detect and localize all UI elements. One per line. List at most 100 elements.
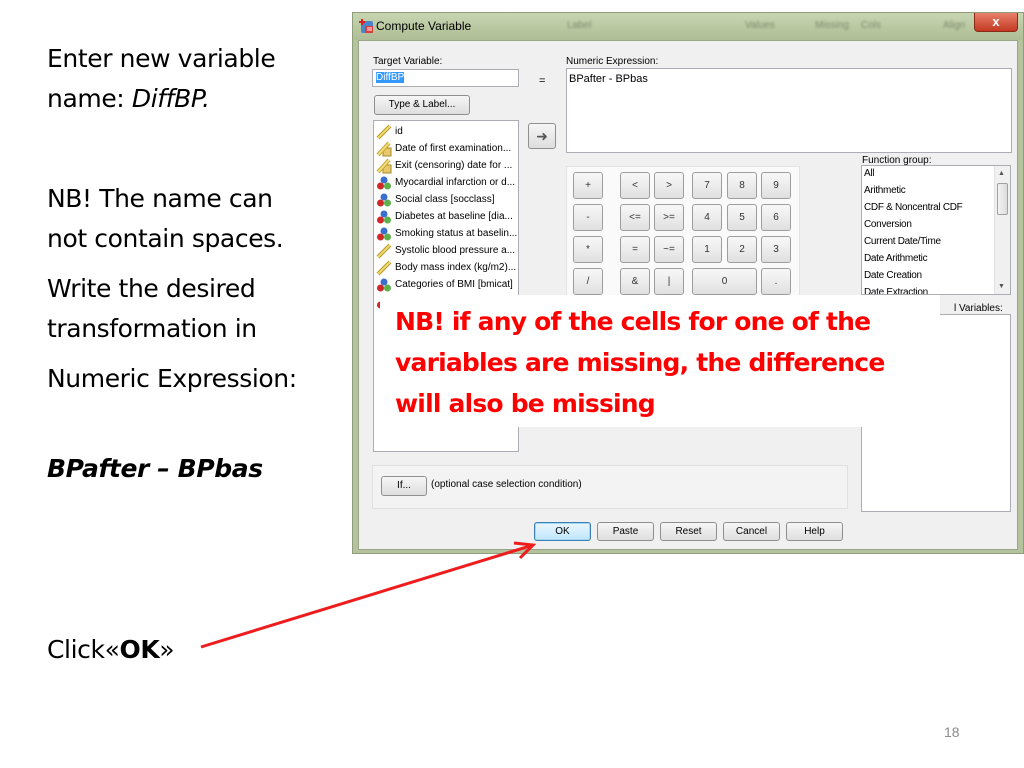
keypad-key[interactable]: & [620, 268, 650, 295]
type-and-label-button[interactable]: Type & Label... [374, 95, 470, 115]
compute-variable-dialog: Compute Variable Label Values Missing Co… [352, 12, 1024, 554]
bg-header: Missing [815, 20, 849, 31]
functions-special-variables-label: l Variables: [954, 303, 1003, 314]
variable-list-item[interactable]: Body mass index (kg/m2)... [376, 259, 516, 276]
function-group-item[interactable]: Date Extraction [864, 287, 928, 294]
bg-header: Align [943, 20, 966, 31]
close-button[interactable]: x [974, 13, 1018, 32]
scale-ruler-icon [376, 124, 392, 140]
keypad-key[interactable]: 8 [727, 172, 757, 199]
instruction-line: name: DiffBP. [47, 79, 275, 119]
page-number: 18 [944, 724, 960, 740]
variable-list-item[interactable]: Systolic blood pressure a... [376, 242, 515, 259]
target-variable-value: DiffBP [376, 72, 405, 83]
title-bar[interactable]: Compute Variable Label Values Missing Co… [353, 13, 1023, 40]
missing-values-note: NB! if any of the cells for one of the v… [380, 295, 940, 427]
function-group-list[interactable]: Date Extraction Date Creation Date Arithme… [861, 165, 1011, 295]
expression-example: BPafter – BPbas [47, 454, 263, 483]
equals-sign: = [539, 75, 546, 87]
scale-ruler-icon [376, 243, 392, 259]
keypad-key[interactable]: * [573, 236, 603, 263]
instruction-line: transformation in [47, 314, 257, 343]
function-group-item[interactable]: Current Date/Time [864, 236, 941, 247]
variable-label: Date of first examination... [395, 143, 512, 154]
keypad-key[interactable]: >= [654, 204, 684, 231]
scroll-up-icon[interactable]: ▲ [998, 170, 1005, 177]
keypad-key[interactable]: 7 [692, 172, 722, 199]
keypad-key[interactable]: | [654, 268, 684, 295]
ok-button[interactable]: OK [534, 522, 591, 541]
keypad-key[interactable]: <= [620, 204, 650, 231]
nominal-icon [376, 226, 392, 242]
function-group-item[interactable]: Conversion [864, 219, 912, 230]
target-variable-input[interactable]: DiffBP [372, 69, 519, 87]
scroll-thumb[interactable] [997, 183, 1008, 215]
variable-list-item[interactable]: Categories of BMI [bmicat] [376, 276, 513, 293]
numeric-expression-label: Numeric Expression: [566, 56, 659, 67]
keypad-key[interactable]: - [573, 204, 603, 231]
note-line: variables are missing, the difference [395, 348, 885, 377]
note-line: not contain spaces. [47, 224, 284, 253]
name-restriction-note: NB! The name can not contain spaces. [47, 179, 284, 259]
scroll-down-icon[interactable]: ▼ [998, 283, 1005, 290]
variable-list-item[interactable]: Date of first examination... [376, 140, 511, 157]
variable-list-item[interactable]: Exit (censoring) date for ... [376, 157, 512, 174]
scale-ruler-icon [376, 260, 392, 276]
keypad-key[interactable]: + [573, 172, 603, 199]
function-group-item[interactable]: All [864, 168, 875, 179]
function-group-item[interactable]: Date Creation [864, 270, 922, 281]
keypad-key[interactable]: 4 [692, 204, 722, 231]
help-button[interactable]: Help [786, 522, 843, 541]
keypad-key[interactable]: 1 [692, 236, 722, 263]
keypad-key[interactable]: 2 [727, 236, 757, 263]
variable-list-item[interactable]: Social class [socclass] [376, 191, 494, 208]
arrow-shaft [200, 544, 531, 649]
note-line: NB! if any of the cells for one of the [395, 307, 871, 336]
function-group-scrollbar[interactable]: ▲ ▼ [994, 166, 1010, 294]
nominal-icon [376, 277, 392, 293]
keypad-key[interactable]: 0 [692, 268, 757, 295]
compute-variable-icon [359, 19, 373, 33]
variable-label: id [395, 126, 403, 137]
variable-label: Systolic blood pressure a... [395, 245, 516, 256]
paste-button[interactable]: Paste [597, 522, 654, 541]
bg-header: Values [745, 20, 775, 31]
variable-label: Exit (censoring) date for ... [395, 160, 513, 171]
nominal-icon [376, 209, 392, 225]
numeric-expression-input[interactable]: BPafter - BPbas [566, 68, 1012, 153]
move-to-expression-button[interactable]: ➜ [528, 123, 556, 149]
keypad-key[interactable]: = [620, 236, 650, 263]
date-scale-icon [376, 158, 392, 174]
close-icon: x [992, 14, 1000, 29]
keypad-key[interactable]: 6 [761, 204, 791, 231]
function-group-item[interactable]: Date Arithmetic [864, 253, 928, 264]
keypad-key[interactable]: / [573, 268, 603, 295]
variable-name-example: DiffBP. [131, 84, 210, 113]
variable-label: Social class [socclass] [395, 194, 495, 205]
cancel-button[interactable]: Cancel [723, 522, 780, 541]
if-button[interactable]: If... [381, 476, 427, 496]
keypad-key[interactable]: > [654, 172, 684, 199]
keypad-key[interactable]: < [620, 172, 650, 199]
function-group-item[interactable]: CDF & Noncentral CDF [864, 202, 963, 213]
variable-list-item[interactable]: Diabetes at baseline [dia... [376, 208, 513, 225]
keypad-key[interactable]: ~= [654, 236, 684, 263]
keypad-key[interactable]: . [761, 268, 791, 295]
keypad-key[interactable]: 3 [761, 236, 791, 263]
variable-list-item[interactable]: Smoking status at baselin... [376, 225, 517, 242]
missing-values-note-text: NB! if any of the cells for one of the v… [395, 301, 885, 424]
variable-list-item[interactable]: Myocardial infarction or d... [376, 174, 515, 191]
variable-label: Categories of BMI [bmicat] [395, 279, 513, 290]
instruction-line: Enter new variable [47, 44, 276, 73]
target-variable-label: Target Variable: [373, 56, 443, 67]
nominal-icon [376, 192, 392, 208]
function-group-item[interactable]: Arithmetic [864, 185, 906, 196]
arrow-right-icon: ➜ [536, 128, 548, 144]
reset-button[interactable]: Reset [660, 522, 717, 541]
dialog-title: Compute Variable [376, 19, 472, 33]
bg-header: Label [567, 20, 592, 31]
instruction-line: Write the desired [47, 274, 256, 303]
keypad-key[interactable]: 5 [727, 204, 757, 231]
variable-list-item[interactable]: id [376, 123, 403, 140]
keypad-key[interactable]: 9 [761, 172, 791, 199]
